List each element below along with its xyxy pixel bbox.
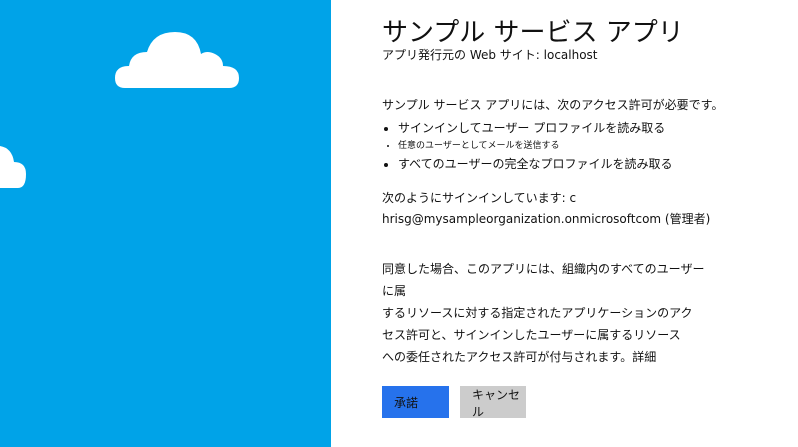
details-link[interactable]: 詳細 xyxy=(632,350,656,364)
consent-text: 同意した場合、このアプリには、組織内のすべてのユーザーに属 するリソースに対する… xyxy=(382,258,712,368)
cloud-icon xyxy=(115,32,239,88)
permissions-intro: サンプル サービス アプリには、次のアクセス許可が必要です。 xyxy=(382,98,724,112)
publisher-info: アプリ発行元の Web サイト: localhost xyxy=(382,48,598,62)
app-title: サンプル サービス アプリ xyxy=(382,18,684,48)
signed-in-info: 次のようにサインインしています: c hrisg@mysampleorganiz… xyxy=(382,188,710,230)
cloud-icon xyxy=(0,146,26,188)
cancel-button[interactable]: キャンセル xyxy=(460,386,526,419)
consent-line: 同意した場合、このアプリには、組織内のすべてのユーザーに属 xyxy=(382,262,705,298)
consent-line: するリソースに対する指定されたアプリケーションのアク xyxy=(382,306,693,320)
accept-button[interactable]: 承諾 xyxy=(382,386,449,418)
permission-item: すべてのユーザーの完全なプロファイルを読み取る xyxy=(398,155,672,173)
branding-panel xyxy=(0,0,331,447)
permissions-list: サインインしてユーザー プロファイルを読み取る 任意のユーザーとしてメールを送信… xyxy=(382,119,672,173)
permission-item: サインインしてユーザー プロファイルを読み取る xyxy=(398,119,672,137)
signed-in-account: hrisg@mysampleorganization.onmicrosoftco… xyxy=(382,212,711,226)
consent-line: セス許可と、サインインしたユーザーに属するリソース xyxy=(382,328,681,342)
consent-line: への委任されたアクセス許可が付与されます。 xyxy=(382,350,633,364)
signed-in-label: 次のようにサインインしています: c xyxy=(382,191,577,205)
permission-item: 任意のユーザーとしてメールを送信する xyxy=(398,137,672,155)
